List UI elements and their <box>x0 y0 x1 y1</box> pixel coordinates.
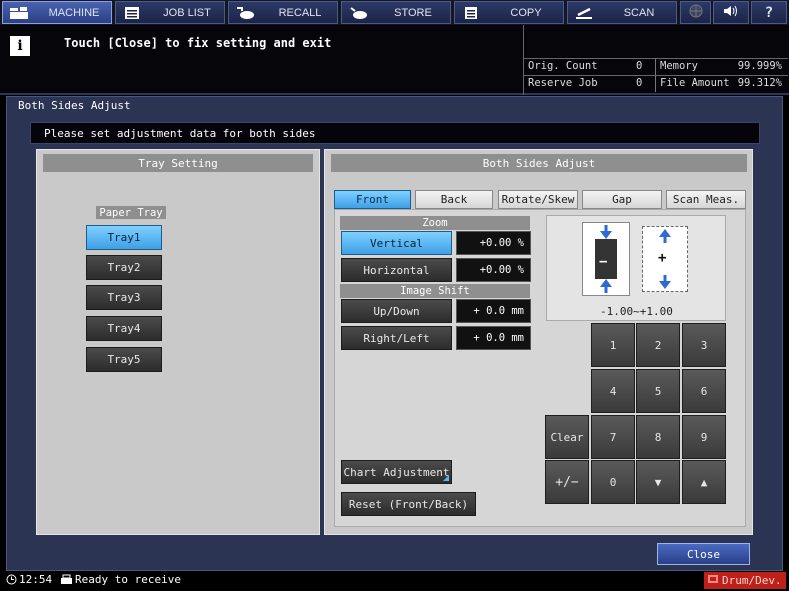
tab-store-label: STORE <box>394 6 432 19</box>
key-0[interactable]: 0 <box>591 460 635 504</box>
tab-gap[interactable]: Gap <box>582 190 662 209</box>
status-ready-text: Ready to receive <box>75 573 181 586</box>
chart-adjustment-button[interactable]: Chart Adjustment <box>341 460 452 484</box>
key-5[interactable]: 5 <box>636 369 680 413</box>
arrow-up-icon: ▲ <box>700 475 708 489</box>
tab-job-list[interactable]: JOB LIST <box>115 1 225 24</box>
tray1-button[interactable]: Tray1 <box>86 225 162 250</box>
help-icon: ? <box>764 4 774 21</box>
globe-button[interactable] <box>680 1 711 24</box>
horizontal-button[interactable]: Horizontal <box>341 258 452 282</box>
tab-scan-meas[interactable]: Scan Meas. <box>666 190 746 209</box>
horizontal-value: +0.00 % <box>456 258 531 282</box>
vertical-button[interactable]: Vertical <box>341 231 452 255</box>
submenu-corner-icon <box>443 475 449 481</box>
zoom-label: Zoom <box>340 216 530 230</box>
reserve-job-label: Reserve Job <box>528 77 598 89</box>
clear-key[interactable]: Clear <box>545 415 589 459</box>
key-2[interactable]: 2 <box>636 323 680 367</box>
copy-icon <box>459 5 483 20</box>
tray-setting-title: Tray Setting <box>43 154 313 172</box>
memory-label: Memory <box>660 60 698 72</box>
vertical-value: +0.00 % <box>456 231 531 255</box>
plus-minus-key[interactable]: +/− <box>545 460 589 504</box>
drum-dev-warning[interactable]: Drum/Dev. <box>704 572 786 589</box>
key-7[interactable]: 7 <box>591 415 635 459</box>
key-6[interactable]: 6 <box>682 369 726 413</box>
key-9[interactable]: 9 <box>682 415 726 459</box>
store-icon <box>346 5 370 20</box>
tab-store[interactable]: STORE <box>341 1 451 24</box>
list-icon <box>120 5 144 20</box>
status-bar: 12:54 Ready to receive Drum/Dev. <box>0 571 789 591</box>
counters-panel: Orig. Count 0 Memory 99.999% Reserve Job… <box>523 58 788 94</box>
memory-value: 99.999% <box>737 60 782 72</box>
tab-job-list-label: JOB LIST <box>163 6 211 19</box>
file-amount-value: 99.312% <box>737 77 782 89</box>
tray3-button[interactable]: Tray3 <box>86 285 162 310</box>
help-button[interactable]: ? <box>751 1 787 24</box>
tab-scan[interactable]: SCAN <box>567 1 677 24</box>
tab-front[interactable]: Front <box>334 190 411 209</box>
tab-scan-label: SCAN <box>623 6 655 19</box>
key-3[interactable]: 3 <box>682 323 726 367</box>
dialog-title: Both Sides Adjust <box>18 99 131 112</box>
tab-rotate-skew[interactable]: Rotate/Skew <box>498 190 578 209</box>
file-amount-label: File Amount <box>660 77 730 89</box>
warning-icon <box>707 573 719 588</box>
status-time: 12:54 <box>19 573 53 586</box>
chart-adjustment-label: Chart Adjustment <box>343 465 450 479</box>
reserve-job-value: 0 <box>636 77 643 89</box>
tray-setting-panel <box>36 149 320 535</box>
speaker-icon <box>722 4 740 21</box>
volume-button[interactable] <box>713 1 749 24</box>
printer-icon <box>60 574 73 588</box>
arrow-down-icon: ▼ <box>654 475 662 489</box>
key-8[interactable]: 8 <box>636 415 680 459</box>
paper-tray-label: Paper Tray <box>96 206 166 219</box>
message-text: Touch [Close] to fix setting and exit <box>64 36 332 50</box>
key-4[interactable]: 4 <box>591 369 635 413</box>
tab-machine-label: MACHINE <box>48 6 100 19</box>
tab-recall[interactable]: RECALL <box>228 1 338 24</box>
tab-copy-label: COPY <box>510 6 542 19</box>
close-button[interactable]: Close <box>657 543 750 565</box>
warning-text: Drum/Dev. <box>722 574 782 587</box>
minus-sign: − <box>599 254 608 270</box>
down-arrow-key[interactable]: ▼ <box>636 460 680 504</box>
orig-count-value: 0 <box>636 60 643 72</box>
counter-row-2: Reserve Job 0 File Amount 99.312% <box>524 76 788 92</box>
tab-back[interactable]: Back <box>415 190 493 209</box>
instruction-text: Please set adjustment data for both side… <box>44 127 316 140</box>
recall-icon <box>233 5 257 20</box>
orig-count-label: Orig. Count <box>528 60 598 72</box>
image-shift-label: Image Shift <box>340 284 530 298</box>
tab-copy[interactable]: COPY <box>454 1 564 24</box>
up-arrow-key[interactable]: ▲ <box>682 460 726 504</box>
right-left-button[interactable]: Right/Left <box>341 326 452 350</box>
tray2-button[interactable]: Tray2 <box>86 255 162 280</box>
right-left-value: + 0.0 mm <box>456 326 531 350</box>
tray5-button[interactable]: Tray5 <box>86 347 162 372</box>
range-label: -1.00~+1.00 <box>600 305 673 318</box>
reset-front-back-button[interactable]: Reset (Front/Back) <box>341 492 476 516</box>
tab-recall-label: RECALL <box>278 6 322 19</box>
key-1[interactable]: 1 <box>591 323 635 367</box>
top-menu-bar: MACHINE JOB LIST RECALL STORE COPY SCAN <box>0 0 789 25</box>
tab-machine[interactable]: MACHINE <box>2 1 112 24</box>
globe-icon <box>689 4 703 21</box>
clock-icon <box>6 574 17 588</box>
up-down-value: + 0.0 mm <box>456 299 531 323</box>
both-sides-adjust-title: Both Sides Adjust <box>331 154 747 172</box>
counter-row-1: Orig. Count 0 Memory 99.999% <box>524 59 788 75</box>
up-down-button[interactable]: Up/Down <box>341 299 452 323</box>
machine-icon <box>7 5 31 20</box>
tray4-button[interactable]: Tray4 <box>86 316 162 341</box>
scan-icon <box>572 5 596 20</box>
info-icon: i <box>10 36 30 56</box>
plus-sign: + <box>658 250 667 266</box>
